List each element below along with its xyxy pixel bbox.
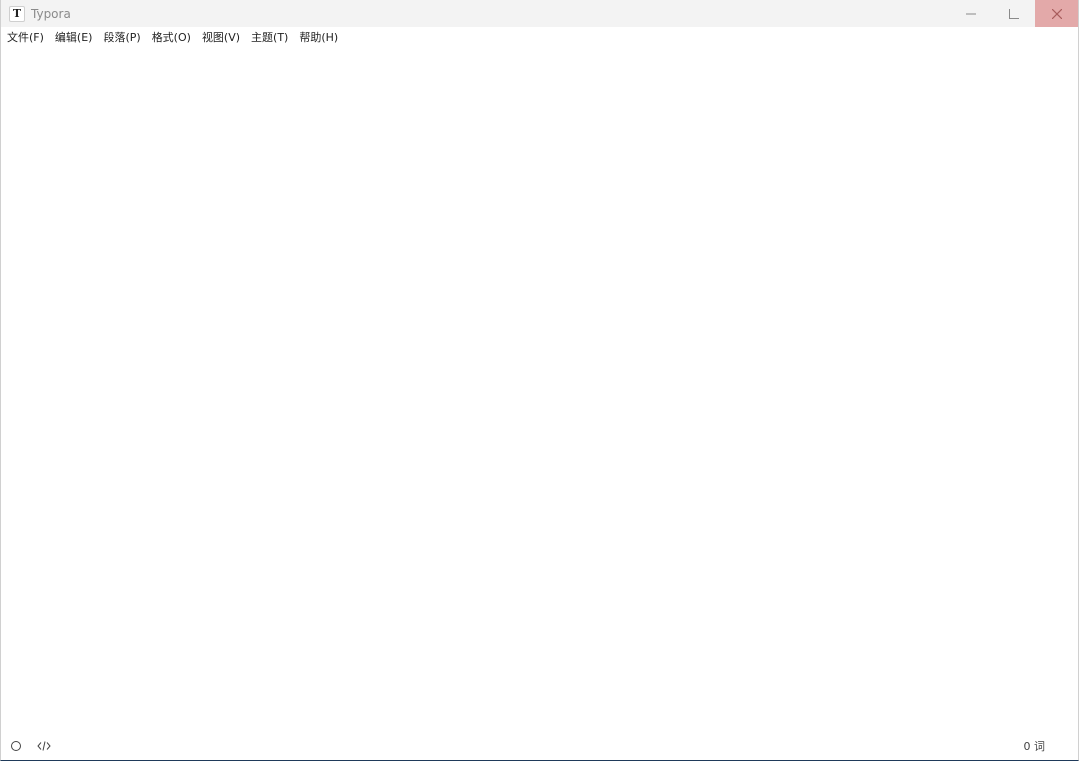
window-title: Typora xyxy=(31,6,71,21)
status-bar: 0 词 xyxy=(1,732,1078,760)
typora-app-icon: T xyxy=(9,5,25,22)
word-count[interactable]: 0 词 xyxy=(1024,738,1046,754)
status-left-group xyxy=(1,739,65,753)
source-code-icon[interactable] xyxy=(37,739,51,753)
editor-area[interactable] xyxy=(1,50,1078,733)
menu-format[interactable]: 格式(O) xyxy=(152,28,191,48)
maximize-icon xyxy=(1008,8,1019,19)
menu-edit[interactable]: 编辑(E) xyxy=(55,28,93,48)
menu-paragraph[interactable]: 段落(P) xyxy=(103,28,140,48)
typora-window: T Typora 文件(F) 编辑(E) 段落(P) 格式(O) 视图(V) 主… xyxy=(0,0,1079,761)
outline-circle-icon[interactable] xyxy=(9,739,23,753)
window-controls xyxy=(949,0,1078,27)
menu-theme[interactable]: 主题(T) xyxy=(251,28,288,48)
menu-bar: 文件(F) 编辑(E) 段落(P) 格式(O) 视图(V) 主题(T) 帮助(H… xyxy=(1,28,349,48)
menu-file[interactable]: 文件(F) xyxy=(7,28,44,48)
menu-view[interactable]: 视图(V) xyxy=(202,28,240,48)
menu-help[interactable]: 帮助(H) xyxy=(299,28,338,48)
maximize-button[interactable] xyxy=(992,0,1035,27)
close-icon xyxy=(1051,8,1062,19)
title-bar[interactable]: T Typora xyxy=(1,0,1078,27)
minimize-icon xyxy=(965,13,976,14)
minimize-button[interactable] xyxy=(949,0,992,27)
close-button[interactable] xyxy=(1035,0,1078,27)
